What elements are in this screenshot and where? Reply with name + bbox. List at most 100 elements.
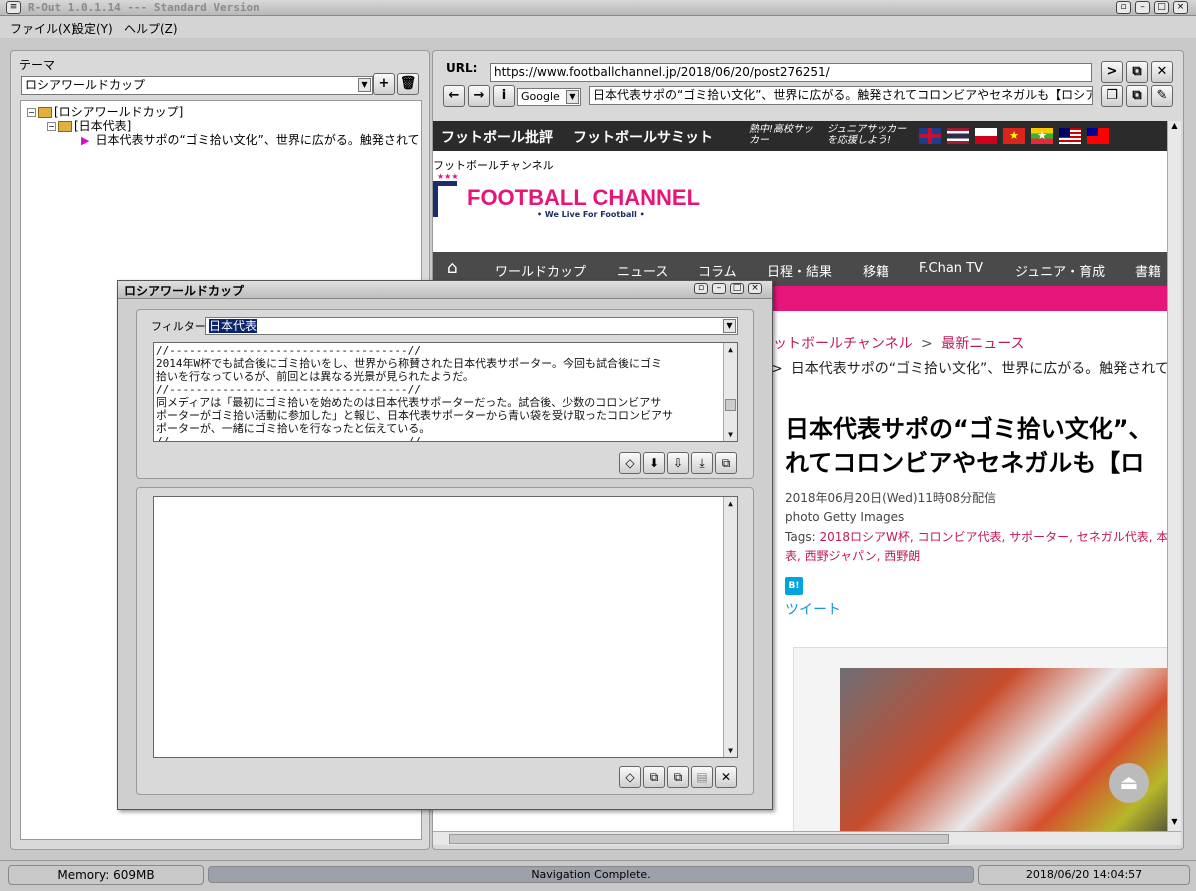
link-koko-soccer[interactable]: 熱中!高校サッカー: [749, 124, 819, 146]
edit-button[interactable]: ✎: [1151, 85, 1173, 107]
memo-scrollbar[interactable]: ▲ ▼: [723, 497, 737, 757]
chevron-down-icon[interactable]: ▼: [723, 319, 736, 333]
link-summit[interactable]: フットボールサミット: [573, 127, 713, 147]
pin-button[interactable]: ▫: [1116, 1, 1131, 14]
nav-column[interactable]: コラム: [698, 261, 737, 280]
flag-taiwan-icon[interactable]: [1087, 128, 1109, 144]
save-down-icon[interactable]: ⤓: [691, 452, 713, 474]
url-input[interactable]: https://www.footballchannel.jp/2018/06/2…: [490, 63, 1092, 82]
forward-button[interactable]: →: [468, 85, 490, 107]
web-horizontal-scrollbar[interactable]: [433, 831, 1181, 845]
window-button[interactable]: ⧉: [1126, 85, 1148, 107]
article-arrow-icon: ▶: [81, 134, 90, 147]
nav-junior[interactable]: ジュニア・育成: [1015, 261, 1105, 280]
dialog-close-button[interactable]: ×: [748, 283, 762, 294]
export-memo-icon[interactable]: ⧉: [667, 766, 689, 788]
close-button[interactable]: ×: [1173, 1, 1188, 14]
chevron-down-icon[interactable]: ▼: [358, 78, 371, 92]
chevron-down-icon[interactable]: ▼: [566, 90, 579, 104]
maximize-button[interactable]: □: [1154, 1, 1169, 14]
scroll-down-icon[interactable]: ▼: [724, 744, 737, 757]
clear-icon[interactable]: ◇: [619, 452, 641, 474]
window-icon[interactable]: ⧉: [643, 766, 665, 788]
folder-icon: [58, 121, 72, 132]
article-photo: [840, 668, 1167, 831]
filter-select[interactable]: 日本代表 ▼: [205, 317, 738, 335]
text-line: ポーターが、一緒にゴミ拾いを行なったと伝えている。: [156, 422, 431, 435]
dialog-pin-button[interactable]: ▫: [694, 283, 708, 294]
scroll-up-icon[interactable]: ▲: [724, 343, 737, 356]
scroll-thumb[interactable]: [725, 399, 736, 411]
title-bar: ≡ R-Out 1.0.1.14 --- Standard Version ▫ …: [0, 0, 1196, 16]
scroll-down-icon[interactable]: ▼: [724, 428, 737, 441]
back-button[interactable]: ←: [443, 85, 465, 107]
nav-schedule[interactable]: 日程・結果: [767, 261, 832, 280]
article-text-area[interactable]: //------------------------------------//…: [153, 342, 738, 442]
h-scroll-thumb[interactable]: [449, 834, 949, 844]
add-theme-button[interactable]: +: [373, 73, 395, 95]
menu-help[interactable]: ヘルプ(Z): [124, 20, 178, 37]
menu-settings[interactable]: 設定(Y): [72, 20, 113, 37]
theme-dialog: ロシアワールドカップ ▫ – □ × フィルター: 日本代表 ▼ //-----…: [117, 280, 773, 810]
flag-thailand-icon[interactable]: [947, 128, 969, 144]
flag-uk-icon[interactable]: [919, 128, 941, 144]
scroll-up-icon[interactable]: ▲: [724, 497, 737, 510]
text-scrollbar[interactable]: ▲ ▼: [723, 343, 737, 441]
hatena-bookmark-button[interactable]: B!: [785, 577, 803, 595]
site-logo[interactable]: FOOTBALL CHANNEL: [467, 185, 700, 211]
breadcrumb-home[interactable]: ットボールチャンネル: [773, 336, 913, 352]
collapse-icon[interactable]: −: [27, 108, 36, 117]
memo-text-area[interactable]: ▲ ▼: [153, 496, 738, 758]
window-title: R-Out 1.0.1.14 --- Standard Version: [28, 1, 260, 14]
import-icon[interactable]: ⇩: [667, 452, 689, 474]
tweet-link[interactable]: ツイート: [785, 599, 841, 619]
app-menu-icon[interactable]: ≡: [6, 1, 21, 14]
link-hihyo[interactable]: フットボール批評: [441, 127, 553, 147]
dialog-minimize-button[interactable]: –: [712, 283, 726, 294]
close-page-button[interactable]: ✕: [1151, 61, 1173, 83]
collapse-icon[interactable]: −: [47, 122, 56, 131]
headline-line1: 日本代表サポの“ゴミ拾い文化”、: [785, 415, 1153, 443]
search-engine-select[interactable]: Google ▼: [517, 88, 581, 106]
nav-fchan-tv[interactable]: F.Chan TV: [919, 261, 983, 276]
minimize-button[interactable]: –: [1135, 1, 1150, 14]
scroll-down-icon[interactable]: ▼: [1168, 817, 1181, 831]
go-button[interactable]: >: [1101, 61, 1123, 83]
close-memo-icon[interactable]: ✕: [715, 766, 737, 788]
delete-theme-button[interactable]: 🗑: [397, 73, 419, 95]
page-title-field[interactable]: 日本代表サポの“ゴミ拾い文化”、世界に広がる。触発されてコロンビアやセネガルも【…: [589, 86, 1093, 105]
note-icon[interactable]: ▤: [691, 766, 713, 788]
text-line: 同メディアは「最初にゴミ拾いを始めたのは日本代表サポーターだった。試合後、少数の…: [156, 396, 662, 409]
tags-list-2[interactable]: 表, 西野ジャパン, 西野朗: [785, 547, 920, 564]
scroll-up-icon[interactable]: ▲: [1168, 121, 1181, 135]
menu-bar: ファイル(X) 設定(Y) ヘルプ(Z): [0, 16, 1196, 38]
filter-value: 日本代表: [209, 319, 258, 333]
scroll-top-icon[interactable]: ⏏: [1109, 763, 1149, 803]
tree-node-article[interactable]: ▶ 日本代表サポの“ゴミ拾い文化”、世界に広がる。触発されてコロンビアやセネガルも…: [81, 131, 421, 148]
tags-list[interactable]: 2018ロシアW杯, コロンビア代表, サポーター, セネガル代表, 本: [819, 530, 1167, 544]
photo-credit: photo Getty Images: [785, 510, 905, 524]
menu-file[interactable]: ファイル(X): [10, 20, 76, 37]
link-junior[interactable]: ジュニアサッカーを応援しよう!: [827, 124, 909, 146]
flag-indonesia-icon[interactable]: [975, 128, 997, 144]
site-brand-small: フットボールチャンネル: [433, 159, 554, 172]
restore-button[interactable]: ⧉: [1126, 61, 1148, 83]
nav-books[interactable]: 書籍: [1135, 261, 1161, 280]
flag-vietnam-icon[interactable]: ★: [1003, 128, 1025, 144]
theme-select[interactable]: ロシアワールドカップ ▼: [21, 76, 373, 95]
copy-button[interactable]: ❐: [1101, 85, 1123, 107]
nav-transfer[interactable]: 移籍: [863, 261, 889, 280]
web-vertical-scrollbar[interactable]: ▲ ▼: [1167, 121, 1181, 831]
dialog-maximize-button[interactable]: □: [730, 283, 744, 294]
info-button[interactable]: i: [493, 85, 515, 107]
clear-memo-icon[interactable]: ◇: [619, 766, 641, 788]
flag-myanmar-icon[interactable]: ★: [1031, 128, 1053, 144]
download-icon[interactable]: ⬇: [643, 452, 665, 474]
theme-label: テーマ: [19, 58, 56, 72]
flag-malaysia-icon[interactable]: [1059, 128, 1081, 144]
home-icon[interactable]: ⌂: [447, 258, 458, 278]
nav-worldcup[interactable]: ワールドカップ: [495, 261, 586, 280]
export-icon[interactable]: ⧉: [715, 452, 737, 474]
breadcrumb-news[interactable]: 最新ニュース: [941, 336, 1024, 352]
nav-news[interactable]: ニュース: [617, 261, 668, 280]
